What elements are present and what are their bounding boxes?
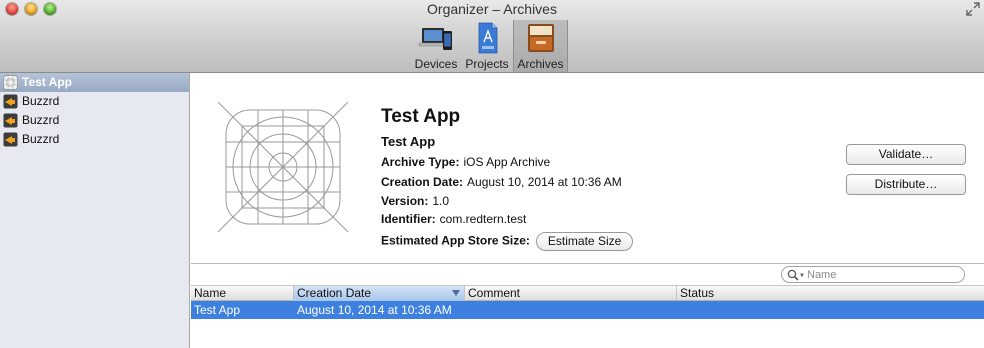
column-header-name[interactable]: Name [191,286,294,301]
validate-button[interactable]: Validate… [846,144,966,165]
fullscreen-arrows-icon[interactable] [966,2,980,16]
version-label: Version: [381,194,429,208]
distribute-button[interactable]: Distribute… [846,174,966,195]
creation-date-label: Creation Date: [381,175,464,189]
toolbar-archives-button[interactable]: Archives [513,20,568,72]
cell-name: Test App [194,303,241,317]
archive-title: Test App [381,106,461,127]
cell-status [677,301,984,319]
sidebar-item-buzzrd[interactable]: Buzzrd [0,92,189,111]
archive-type-row: Archive Type: iOS App Archive [381,155,550,169]
toolbar-projects-button[interactable]: Projects [462,20,512,72]
cell-creation-date: August 10, 2014 at 10:36 AM [297,303,452,317]
cell-comment [465,301,677,319]
sidebar-item-label: Test App [22,75,72,89]
identifier-label: Identifier: [381,212,436,226]
sidebar-item-label: Buzzrd [22,113,60,127]
sidebar-item-buzzrd[interactable]: Buzzrd [0,130,189,149]
window-title: Organizer – Archives [427,1,557,17]
filter-bar: ▼ [191,263,984,285]
app-icon-placeholder [218,102,348,232]
buzzrd-app-icon [3,132,18,147]
sort-descending-icon [452,290,460,296]
buzzrd-app-icon [3,94,18,109]
archives-icon [527,24,554,52]
identifier-row: Identifier: com.redtern.test [381,212,526,226]
column-header-status[interactable]: Status [677,286,984,301]
table-row[interactable]: Test App August 10, 2014 at 10:36 AM [191,301,984,319]
table-header: Name Creation Date Comment Status [191,285,984,301]
column-header-comment[interactable]: Comment [465,286,677,301]
search-field[interactable]: ▼ [781,266,965,283]
creation-date-row: Creation Date: August 10, 2014 at 10:36 A… [381,175,622,189]
app-grid-icon [3,75,18,90]
toolbar-devices-button[interactable]: Devices [411,20,461,72]
search-icon[interactable] [787,269,799,281]
archive-details-panel: Test App Test App Archive Type: iOS App A… [191,73,984,263]
version-row: Version: 1.0 [381,194,449,208]
app-store-size-label: Estimated App Store Size: [381,233,530,248]
archive-type-label: Archive Type: [381,155,460,169]
buzzrd-app-icon [3,113,18,128]
column-header-creation-date[interactable]: Creation Date [294,286,465,301]
archives-table: Name Creation Date Comment Status Test A… [191,285,984,348]
column-header-label: Creation Date [297,286,372,300]
sidebar-item-label: Buzzrd [22,94,60,108]
creation-date-value: August 10, 2014 at 10:36 AM [467,175,622,189]
sidebar-item-label: Buzzrd [22,132,60,146]
archives-sidebar: Test App Buzzrd Buzzrd Buzzrd [0,73,190,348]
window-toolbar: Organizer – Archives Devices Projects Ar… [0,0,984,73]
estimate-size-button[interactable]: Estimate Size [535,232,634,251]
search-menu-caret-icon[interactable]: ▼ [799,273,805,279]
search-input[interactable] [807,268,957,281]
identifier-value: com.redtern.test [439,212,527,226]
archive-type-value: iOS App Archive [463,155,551,169]
version-value: 1.0 [432,194,450,208]
toolbar-projects-label: Projects [465,57,509,71]
toolbar-devices-label: Devices [414,57,458,71]
sidebar-item-test-app[interactable]: Test App [0,73,189,92]
toolbar-archives-label: Archives [517,57,564,71]
sidebar-item-buzzrd[interactable]: Buzzrd [0,111,189,130]
archive-app-name: Test App [381,134,436,149]
projects-icon [478,22,498,54]
app-store-size-row: Estimated App Store Size: Estimate Size [381,232,634,251]
devices-icon [418,28,452,50]
